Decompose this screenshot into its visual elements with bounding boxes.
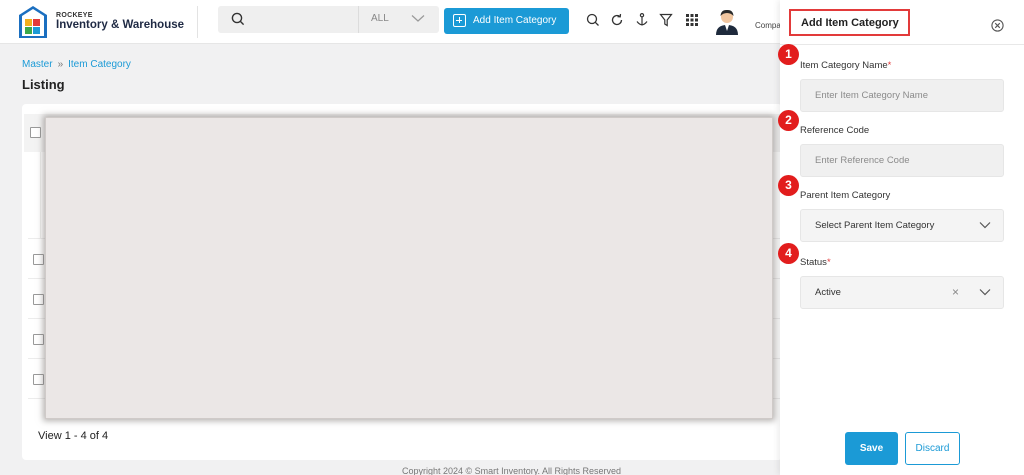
anchor-icon[interactable] [634, 12, 650, 28]
add-item-category-button[interactable]: Add Item Category [444, 8, 569, 34]
step-badge: 4 [778, 243, 799, 264]
step-badge: 2 [778, 110, 799, 131]
save-button[interactable]: Save [845, 432, 898, 465]
global-search[interactable]: ALL [218, 6, 439, 33]
refresh-icon[interactable] [609, 12, 625, 28]
chevron-down-icon[interactable] [979, 221, 991, 229]
search-scope-select[interactable]: ALL [371, 13, 389, 24]
breadcrumb-item-category[interactable]: Item Category [68, 59, 131, 70]
panel-header: Add Item Category [780, 0, 1024, 45]
search-divider [358, 6, 359, 33]
brand-company: ROCKEYE [56, 12, 93, 19]
status-label: Status* [800, 257, 831, 268]
row-checkbox[interactable] [33, 294, 44, 305]
close-icon[interactable] [991, 19, 1004, 32]
item-category-name-input[interactable]: Enter Item Category Name [800, 79, 1004, 112]
user-avatar[interactable] [715, 7, 739, 35]
status-select[interactable]: Active × [800, 276, 1004, 309]
reference-code-label: Reference Code [800, 125, 870, 136]
step-badge: 1 [778, 44, 799, 65]
page-title: Listing [22, 77, 65, 92]
select-placeholder: Select Parent Item Category [815, 220, 935, 231]
input-placeholder: Enter Reference Code [815, 155, 910, 166]
row-checkbox[interactable] [33, 374, 44, 385]
plus-icon [453, 14, 466, 27]
add-item-category-panel: Add Item Category 1 Item Category Name* … [778, 0, 1024, 475]
brand-product: Inventory & Warehouse [56, 19, 185, 31]
search-icon[interactable] [585, 12, 601, 28]
reference-code-input[interactable]: Enter Reference Code [800, 144, 1004, 177]
row-checkbox[interactable] [33, 254, 44, 265]
add-button-label: Add Item Category [473, 15, 557, 26]
discard-button[interactable]: Discard [905, 432, 960, 465]
chevron-down-icon[interactable] [411, 14, 425, 23]
redacted-table-area [45, 117, 773, 419]
divider [40, 152, 41, 238]
apps-grid-icon[interactable] [684, 12, 700, 28]
chevron-down-icon[interactable] [979, 288, 991, 296]
chevron-right-icon: » [57, 59, 64, 70]
pagination-info: View 1 - 4 of 4 [38, 430, 109, 442]
step-badge: 3 [778, 175, 799, 196]
required-marker: * [826, 257, 831, 268]
divider [197, 6, 198, 38]
copyright-footer: Copyright 2024 © Smart Inventory. All Ri… [402, 466, 622, 475]
status-value: Active [815, 287, 841, 298]
breadcrumb: Master » Item Category [22, 59, 131, 70]
required-marker: * [887, 60, 892, 71]
parent-item-category-label: Parent Item Category [800, 190, 891, 201]
filter-icon[interactable] [658, 12, 674, 28]
parent-item-category-select[interactable]: Select Parent Item Category [800, 209, 1004, 242]
row-checkbox[interactable] [33, 334, 44, 345]
company-label[interactable]: Compa [755, 21, 781, 30]
search-icon [231, 12, 245, 26]
clear-icon[interactable]: × [952, 285, 959, 299]
select-all-checkbox[interactable] [30, 127, 41, 138]
item-category-name-label: Item Category Name* [800, 60, 892, 71]
input-placeholder: Enter Item Category Name [815, 90, 928, 101]
app-logo[interactable] [18, 5, 48, 39]
breadcrumb-master[interactable]: Master [22, 59, 53, 70]
panel-title: Add Item Category [789, 9, 910, 36]
